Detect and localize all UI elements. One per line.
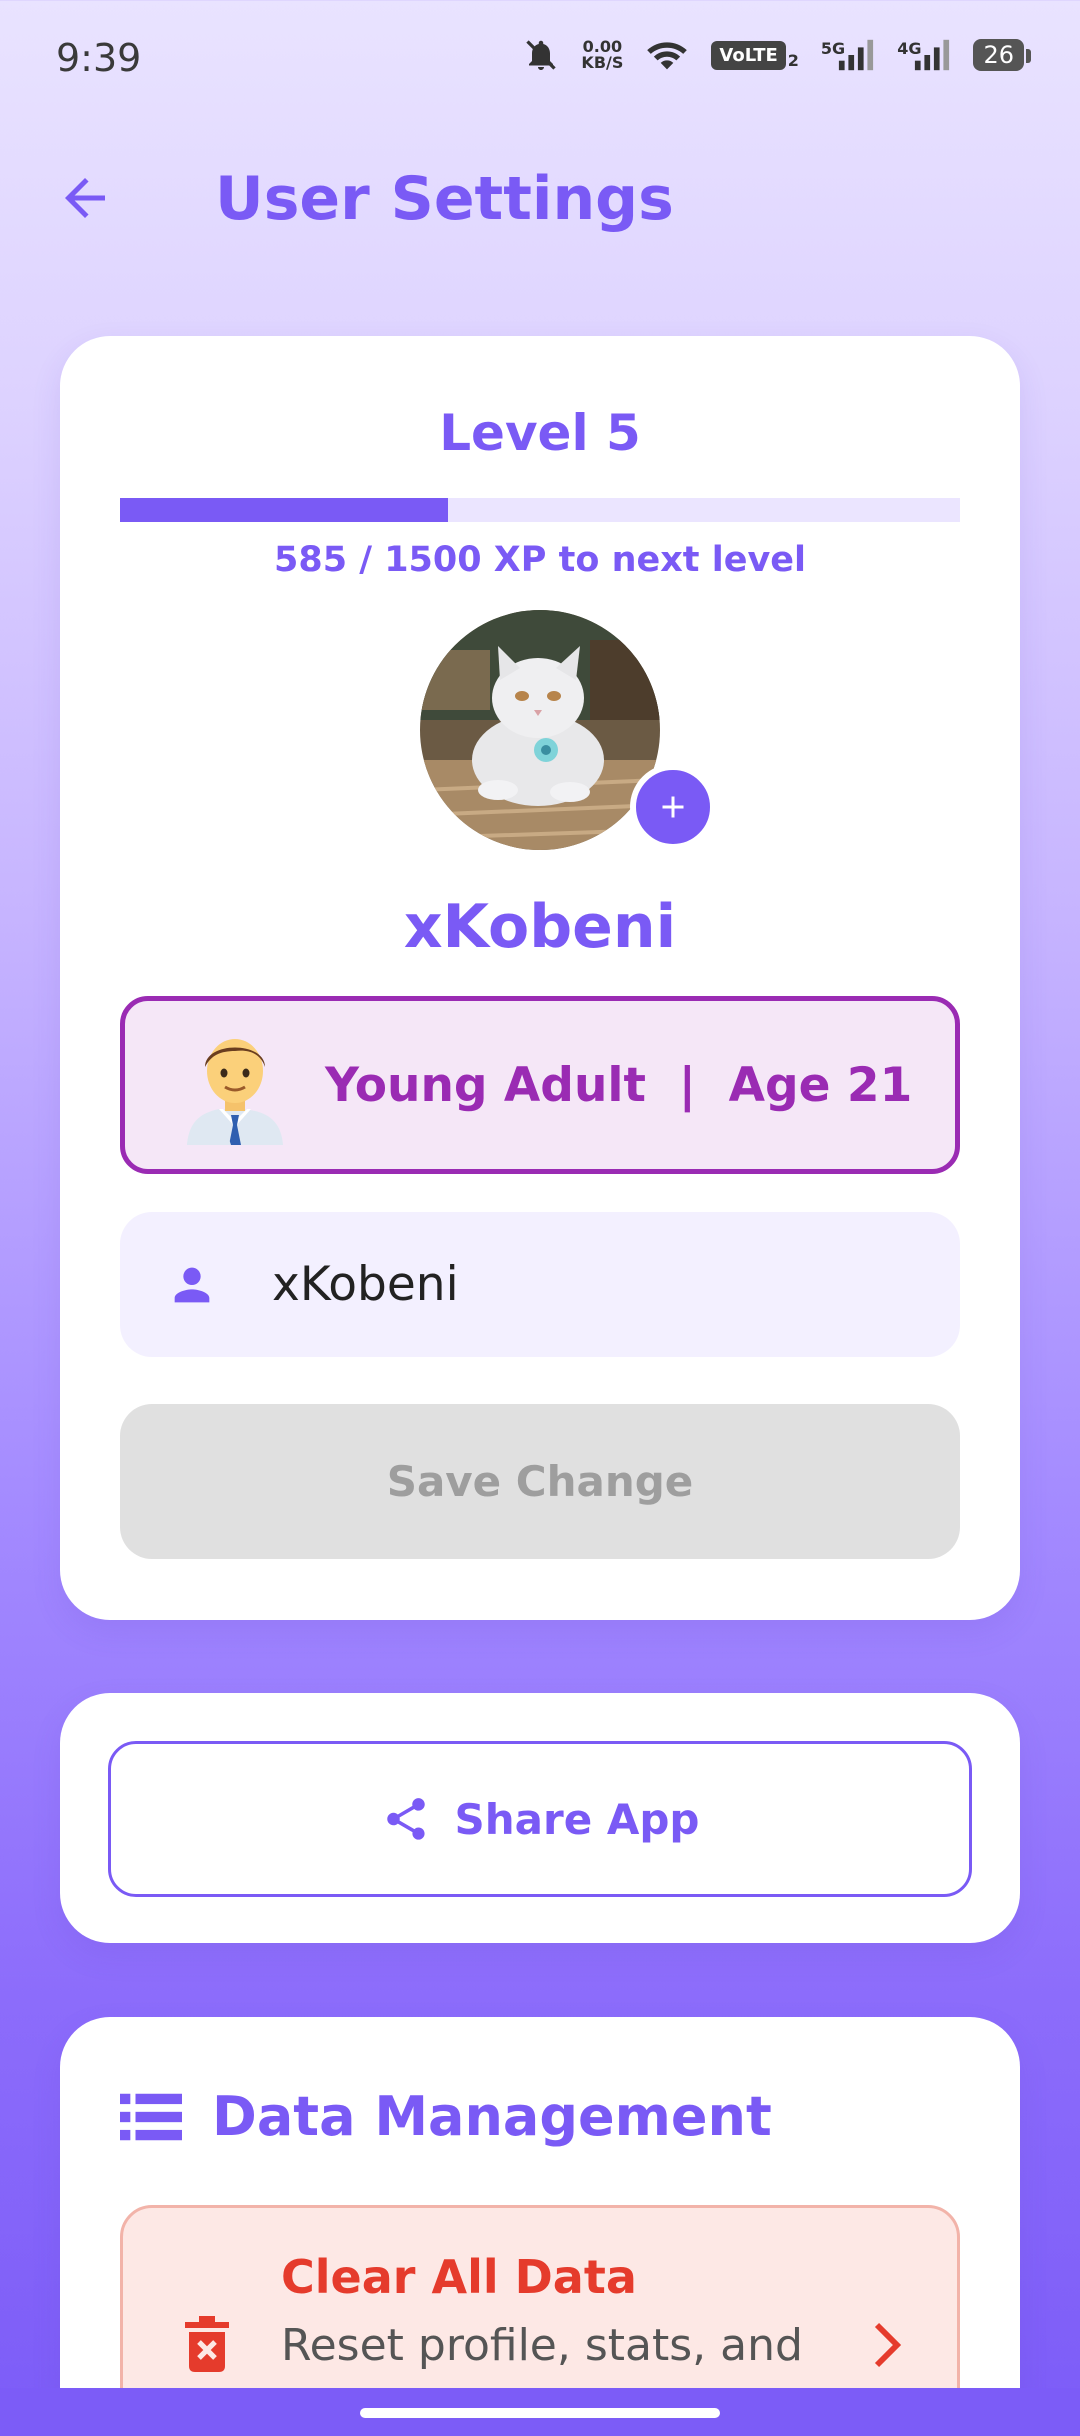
change-avatar-button[interactable] <box>630 764 716 850</box>
wifi-icon <box>647 42 688 70</box>
share-icon <box>386 1798 425 1840</box>
delete-forever-icon <box>185 2316 229 2372</box>
level-title: Level 5 <box>439 404 641 462</box>
username-input[interactable] <box>272 1257 872 1312</box>
data-management-header: Data Management <box>120 2085 772 2148</box>
xp-progress-bar <box>120 498 960 522</box>
chevron-right-icon <box>874 2322 902 2368</box>
share-card: Share App <box>60 1693 1020 1943</box>
save-change-button[interactable]: Save Change <box>120 1404 960 1559</box>
mute-bell-icon <box>526 40 557 70</box>
profile-card: Level 5 585 / 1500 XP to next level xKob… <box>60 336 1020 1620</box>
avatar-cat-photo <box>420 610 660 850</box>
net-speed: 0.00 KB/S <box>581 39 623 71</box>
signal-2-icon <box>915 39 950 71</box>
person-icon <box>174 1267 210 1302</box>
share-app-button[interactable]: Share App <box>108 1741 972 1897</box>
data-management-card: Data Management Clear All Data Reset pro… <box>60 2017 1020 2436</box>
xp-text: 585 / 1500 XP to next level <box>273 540 807 580</box>
plus-icon <box>662 796 684 818</box>
avatar-container <box>420 610 716 850</box>
data-management-title: Data Management <box>212 2085 772 2148</box>
list-icon <box>120 2093 182 2140</box>
signal-1-icon <box>839 39 874 71</box>
app-header: User Settings <box>0 150 1080 250</box>
net-speed-unit: KB/S <box>581 53 624 72</box>
clear-all-data-subtitle: Reset profile, stats, and <box>281 2320 803 2371</box>
volte-sub: 2 <box>787 50 799 70</box>
username-field[interactable] <box>120 1212 960 1357</box>
volte-badge: VoLTE <box>711 40 786 70</box>
status-time: 9:39 <box>56 36 142 80</box>
battery-indicator: 26 <box>973 39 1031 71</box>
clear-all-data-title: Clear All Data <box>281 2250 637 2304</box>
man-office-worker-icon <box>187 1039 283 1145</box>
status-icons: 0.00 KB/S VoLTE 2 5G 4G 26 <box>523 36 1031 74</box>
xp-progress-fill <box>120 498 448 522</box>
age-group-text: Young Adult | Age 21 <box>325 1057 913 1113</box>
back-button[interactable] <box>50 168 120 228</box>
age-group-badge: Young Adult | Age 21 <box>120 996 960 1174</box>
home-indicator[interactable] <box>360 2408 720 2418</box>
username-display: xKobeni <box>403 892 677 962</box>
status-bar: 9:39 0.00 KB/S VoLTE 2 5G 4G 26 <box>0 0 1080 110</box>
avatar[interactable] <box>420 610 660 850</box>
arrow-left-icon <box>65 178 105 218</box>
share-app-label: Share App <box>454 1794 700 1844</box>
page-title: User Settings <box>215 164 674 234</box>
